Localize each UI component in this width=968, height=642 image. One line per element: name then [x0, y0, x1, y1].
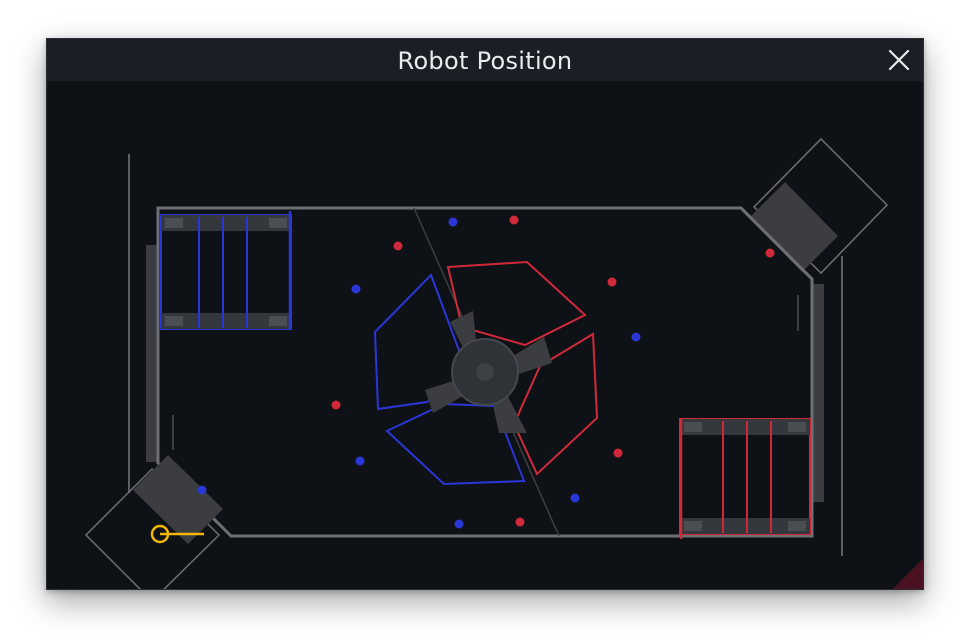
- hub-center: [476, 363, 494, 381]
- blue-ball: [448, 217, 458, 227]
- blue-ball: [570, 493, 580, 503]
- resize-corner[interactable]: [893, 559, 923, 589]
- red-platform: [679, 418, 811, 539]
- red-ball: [331, 400, 341, 410]
- blue-game-pieces: [197, 217, 641, 529]
- right-side-wall: [813, 284, 824, 502]
- blue-ball: [351, 284, 361, 294]
- red-ball: [509, 215, 519, 225]
- left-side-wall: [146, 245, 157, 462]
- robot-position-window: Robot Position: [46, 38, 924, 590]
- field-map-area[interactable]: [47, 81, 923, 589]
- red-game-pieces: [331, 215, 775, 527]
- blue-ball: [355, 456, 365, 466]
- red-ball: [607, 277, 617, 287]
- window-title: Robot Position: [397, 47, 573, 75]
- red-ball: [515, 517, 525, 527]
- red-ball: [765, 248, 775, 258]
- close-button[interactable]: [887, 48, 911, 72]
- title-bar: Robot Position: [47, 39, 923, 81]
- blue-platform: [160, 211, 292, 330]
- blue-loading-chute: [133, 455, 223, 544]
- close-icon: [888, 49, 910, 71]
- red-ball: [393, 241, 403, 251]
- blue-ball: [631, 332, 641, 342]
- red-ball: [613, 448, 623, 458]
- field-map[interactable]: [47, 81, 923, 589]
- blue-ball: [197, 485, 207, 495]
- blue-ball: [454, 519, 464, 529]
- central-hub: [425, 311, 552, 433]
